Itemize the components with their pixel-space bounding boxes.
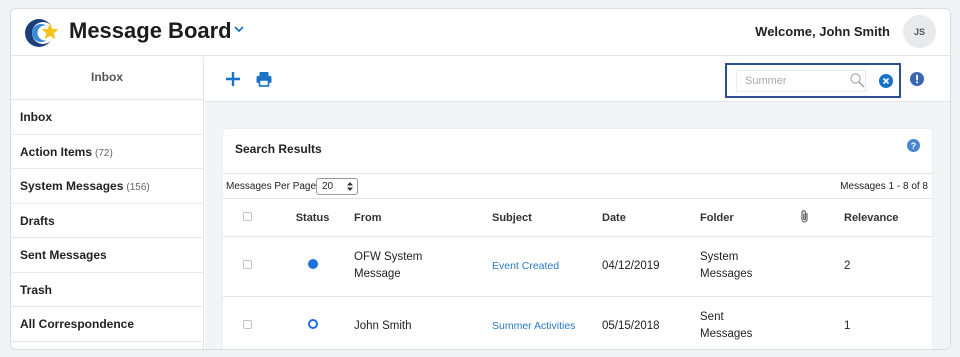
avatar[interactable]: JS bbox=[903, 15, 936, 48]
date-cell: 04/12/2019 bbox=[602, 236, 700, 297]
sidebar-item-label: Action Items bbox=[20, 144, 93, 159]
sidebar-item-inbox[interactable]: Inbox bbox=[11, 100, 203, 135]
paperclip-icon bbox=[801, 210, 808, 223]
row-select-cell bbox=[223, 236, 271, 297]
main-content: Search Results ? Messages Per Page 20 Me… bbox=[205, 57, 950, 349]
per-page-label: Messages Per Page bbox=[226, 181, 317, 192]
table-header-row: Status From Subject Date Folder Relevanc… bbox=[223, 200, 932, 237]
from-cell: OFW System Message bbox=[354, 236, 492, 297]
search-box bbox=[725, 63, 901, 98]
sidebar-header: Inbox bbox=[11, 57, 203, 100]
column-from[interactable]: From bbox=[354, 200, 492, 237]
app-logo-icon bbox=[25, 19, 59, 47]
chevron-down-icon[interactable] bbox=[233, 23, 245, 35]
relevance-cell: 1 bbox=[844, 296, 932, 349]
printer-icon[interactable] bbox=[255, 70, 273, 88]
sidebar-item-system-messages[interactable]: System Messages (156) bbox=[11, 169, 203, 204]
from-cell: John Smith bbox=[354, 296, 492, 349]
sidebar-item-label: All Correspondence bbox=[20, 317, 135, 331]
read-status-icon bbox=[307, 318, 318, 329]
column-relevance[interactable]: Relevance bbox=[844, 200, 932, 237]
search-results-card: Search Results ? Messages Per Page 20 Me… bbox=[223, 129, 932, 349]
sidebar-item-drafts[interactable]: Drafts bbox=[11, 204, 203, 238]
search-input[interactable] bbox=[736, 70, 866, 92]
app-title: Message Board bbox=[69, 18, 232, 43]
svg-text:?: ? bbox=[911, 141, 917, 151]
sidebar-item-trash[interactable]: Trash bbox=[11, 273, 203, 307]
sidebar-item-count: (72) bbox=[95, 147, 113, 159]
attachment-cell bbox=[800, 296, 844, 349]
sidebar: Inbox Inbox Action Items (72) System Mess… bbox=[11, 57, 204, 349]
search-icon[interactable] bbox=[849, 72, 865, 88]
attachment-cell bbox=[800, 236, 844, 297]
status-cell bbox=[271, 236, 354, 297]
app-window: Message Board Welcome, John Smith JS Inb… bbox=[10, 8, 951, 350]
column-date[interactable]: Date bbox=[602, 200, 700, 237]
column-attachment[interactable] bbox=[800, 200, 844, 237]
app-header: Message Board Welcome, John Smith JS bbox=[11, 9, 950, 56]
per-page-value: 20 bbox=[322, 181, 334, 192]
info-alert-icon[interactable] bbox=[910, 72, 924, 86]
column-subject[interactable]: Subject bbox=[492, 200, 602, 237]
sidebar-item-label: Inbox bbox=[20, 110, 52, 124]
sidebar-item-sent-messages[interactable]: Sent Messages bbox=[11, 238, 203, 273]
select-arrows-icon bbox=[347, 182, 353, 191]
sidebar-item-label: System Messages bbox=[20, 179, 124, 193]
sidebar-item-label: Trash bbox=[20, 282, 53, 297]
per-page-select[interactable]: 20 bbox=[316, 178, 358, 195]
welcome-text: Welcome, John Smith bbox=[755, 24, 890, 39]
sidebar-item-label: Drafts bbox=[20, 213, 55, 228]
sidebar-item-action-items[interactable]: Action Items (72) bbox=[11, 135, 203, 169]
unread-status-icon bbox=[307, 258, 318, 269]
clear-search-icon[interactable] bbox=[879, 74, 893, 88]
column-folder[interactable]: Folder bbox=[700, 200, 800, 237]
relevance-cell: 2 bbox=[844, 236, 932, 297]
date-cell: 05/15/2018 bbox=[602, 296, 700, 349]
subject-cell: Summer Activities bbox=[492, 296, 602, 349]
pagination-bar: Messages Per Page 20 Messages 1 - 8 of 8 bbox=[223, 173, 932, 199]
toolbar bbox=[205, 57, 950, 102]
row-select-cell bbox=[223, 296, 271, 349]
results-range: Messages 1 - 8 of 8 bbox=[840, 181, 928, 192]
results-table: Status From Subject Date Folder Relevanc… bbox=[223, 200, 932, 349]
select-all-header bbox=[223, 200, 271, 237]
sidebar-item-count: (156) bbox=[126, 182, 150, 193]
folder-cell: System Messages bbox=[700, 236, 800, 297]
table-row[interactable]: OFW System Message Event Created 04/12/2… bbox=[223, 236, 932, 297]
folder-cell: Sent Messages bbox=[700, 296, 800, 349]
table-row[interactable]: John Smith Summer Activities 05/15/2018 … bbox=[223, 296, 932, 349]
subject-link[interactable]: Summer Activities bbox=[492, 320, 575, 332]
column-status[interactable]: Status bbox=[271, 200, 354, 237]
subject-link[interactable]: Event Created bbox=[492, 260, 559, 272]
row-checkbox[interactable] bbox=[242, 259, 252, 269]
subject-cell: Event Created bbox=[492, 236, 602, 297]
status-cell bbox=[271, 296, 354, 349]
sidebar-item-all-correspondence[interactable]: All Correspondence bbox=[11, 307, 203, 342]
sidebar-item-label: Sent Messages bbox=[20, 248, 107, 262]
select-all-checkbox[interactable] bbox=[242, 211, 252, 221]
help-icon[interactable]: ? bbox=[907, 139, 920, 152]
row-checkbox[interactable] bbox=[242, 319, 252, 329]
plus-icon[interactable] bbox=[224, 70, 242, 88]
results-title: Search Results bbox=[235, 142, 322, 156]
